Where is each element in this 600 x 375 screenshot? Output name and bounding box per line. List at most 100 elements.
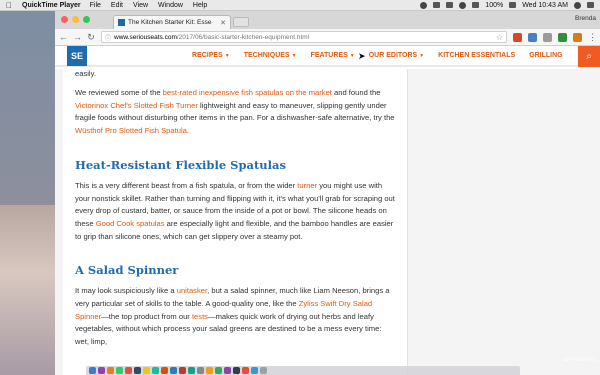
app-menu[interactable]: QuickTime Player	[22, 2, 81, 9]
volume-icon[interactable]	[472, 2, 480, 8]
new-tab-button[interactable]	[233, 17, 249, 27]
browser-toolbar: ← → ↻ ⓘ www.seriouseats.com /2017/06/bas…	[55, 29, 600, 46]
nav-kitchen-essentials[interactable]: KITCHEN ESSENTIALS	[438, 52, 515, 59]
link-victorinox-turner[interactable]: Victorinox Chef's Slotted Fish Turner	[75, 101, 198, 110]
extension-icon[interactable]	[528, 32, 537, 42]
app-icon[interactable]	[206, 367, 213, 374]
link-good-cook-spatulas[interactable]: Good Cook spatulas	[96, 219, 165, 228]
text: —the top product from our	[101, 311, 192, 321]
chevron-down-icon: ▼	[419, 52, 425, 59]
app-icon[interactable]	[134, 367, 141, 374]
spotlight-icon[interactable]	[574, 1, 581, 9]
app-icon[interactable]	[188, 367, 195, 374]
link-best-rated-fish-spatulas[interactable]: best-rated inexpensive fish spatulas on …	[163, 88, 332, 97]
notification-center-icon[interactable]	[587, 2, 594, 8]
app-icon[interactable]	[143, 367, 150, 374]
link-turner[interactable]: turner	[297, 181, 317, 190]
wifi-icon[interactable]	[459, 1, 467, 9]
menu-icon[interactable]: ⋮	[588, 32, 597, 43]
tab-title: The Kitchen Starter Kit: Esse	[128, 19, 212, 26]
paragraph-fragment: easily.	[75, 69, 96, 78]
forward-icon[interactable]: →	[73, 32, 82, 42]
trash-icon[interactable]	[260, 367, 267, 374]
column-divider	[407, 69, 408, 375]
back-icon[interactable]: ←	[59, 32, 68, 42]
app-icon[interactable]	[161, 367, 168, 374]
app-icon[interactable]	[98, 367, 105, 374]
bookmark-star-icon[interactable]: ☆	[496, 33, 503, 42]
extension-icon[interactable]	[513, 32, 522, 42]
app-icon[interactable]	[197, 367, 204, 374]
app-icon[interactable]	[152, 367, 159, 374]
tab-active[interactable]: The Kitchen Starter Kit: Esse ✕	[113, 15, 231, 29]
menu-file[interactable]: File	[90, 2, 101, 9]
close-tab-icon[interactable]: ✕	[220, 19, 226, 27]
extension-icon[interactable]	[558, 32, 567, 42]
window-controls	[61, 16, 90, 23]
battery-percent[interactable]: 100%	[485, 2, 503, 9]
address-bar[interactable]: ⓘ www.seriouseats.com /2017/06/basic-sta…	[101, 31, 507, 43]
app-icon[interactable]	[233, 367, 240, 374]
search-button[interactable]: ⌕	[578, 46, 600, 67]
menu-edit[interactable]: Edit	[111, 2, 123, 9]
app-icon[interactable]	[224, 367, 231, 374]
record-status-icon[interactable]	[420, 1, 428, 9]
app-icon[interactable]	[170, 367, 177, 374]
url-domain: www.seriouseats.com	[114, 33, 177, 41]
chevron-down-icon: ▼	[224, 52, 230, 59]
nav-grilling[interactable]: GRILLING	[529, 52, 562, 59]
dock	[86, 366, 520, 375]
wallpaper-left	[0, 205, 60, 375]
mouse-cursor-icon: ➤	[358, 51, 366, 61]
text: We reviewed some of the	[75, 88, 163, 97]
nav-techniques[interactable]: TECHNIQUES ▼	[244, 52, 297, 59]
app-icon[interactable]	[107, 367, 114, 374]
section-heading-salad-spinner: A Salad Spinner	[75, 263, 179, 278]
nav-label: FEATURES	[310, 52, 348, 59]
app-icon[interactable]	[125, 367, 132, 374]
article-column: easily. We reviewed some of the best-rat…	[63, 69, 407, 375]
paragraph-flexible-spatulas: This is a very different beast from a fi…	[75, 180, 395, 244]
link-tests[interactable]: tests	[192, 312, 208, 321]
profile-name[interactable]: Brenda	[575, 15, 596, 22]
site-nav-links: RECIPES ▼ TECHNIQUES ▼ FEATURES ▼ OUR EDITO…	[192, 52, 563, 59]
nav-our-editors[interactable]: OUR EDITORS ▼	[369, 52, 424, 59]
dropbox-icon[interactable]	[433, 2, 441, 8]
app-icon[interactable]	[215, 367, 222, 374]
nav-label: RECIPES	[192, 52, 223, 59]
page-info-icon[interactable]: ⓘ	[105, 33, 111, 42]
mac-menu-bar:  QuickTime Player File Edit View Window…	[0, 0, 600, 11]
app-icon[interactable]	[242, 367, 249, 374]
site-logo[interactable]: SE	[67, 45, 87, 66]
battery-icon[interactable]	[509, 2, 517, 8]
article-area: easily. We reviewed some of the best-rat…	[55, 69, 600, 375]
extension-icon[interactable]	[543, 32, 552, 42]
section-heading-spatulas: Heat-Resistant Flexible Spatulas	[75, 157, 286, 172]
paragraph-fish-spatula: We reviewed some of the best-rated inexp…	[75, 87, 395, 138]
text: .	[186, 126, 189, 136]
clock[interactable]: Wed 10:43 AM	[522, 2, 568, 9]
app-icon[interactable]	[179, 367, 186, 374]
nav-features[interactable]: FEATURES ▼	[311, 52, 355, 59]
nav-recipes[interactable]: RECIPES ▼	[192, 52, 230, 59]
finder-icon[interactable]	[89, 367, 96, 374]
zoom-window-icon[interactable]	[83, 16, 90, 23]
link-unitasker[interactable]: unitasker	[177, 286, 207, 295]
search-icon: ⌕	[586, 51, 592, 62]
desktop-file-label[interactable]: s14-Fina kryck	[563, 357, 596, 363]
menu-help[interactable]: Help	[193, 2, 207, 9]
app-icon[interactable]	[116, 367, 123, 374]
menu-window[interactable]: Window	[158, 2, 183, 9]
menu-view[interactable]: View	[133, 2, 148, 9]
minimize-window-icon[interactable]	[72, 16, 79, 23]
link-wusthof-spatula[interactable]: Wüsthof Pro Slotted Fish Spatula	[75, 126, 187, 135]
tab-strip: The Kitchen Starter Kit: Esse ✕ Brenda	[55, 11, 600, 29]
browser-window: The Kitchen Starter Kit: Esse ✕ Brenda ←…	[55, 11, 600, 375]
apple-menu-icon[interactable]: 	[6, 1, 16, 10]
app-status-icon[interactable]	[446, 2, 454, 8]
url-path: /2017/06/basic-starter-kitchen-equipment…	[176, 33, 310, 41]
app-icon[interactable]	[251, 367, 258, 374]
reload-icon[interactable]: ↻	[87, 32, 95, 43]
close-window-icon[interactable]	[61, 16, 68, 23]
extension-icon[interactable]	[573, 32, 582, 42]
